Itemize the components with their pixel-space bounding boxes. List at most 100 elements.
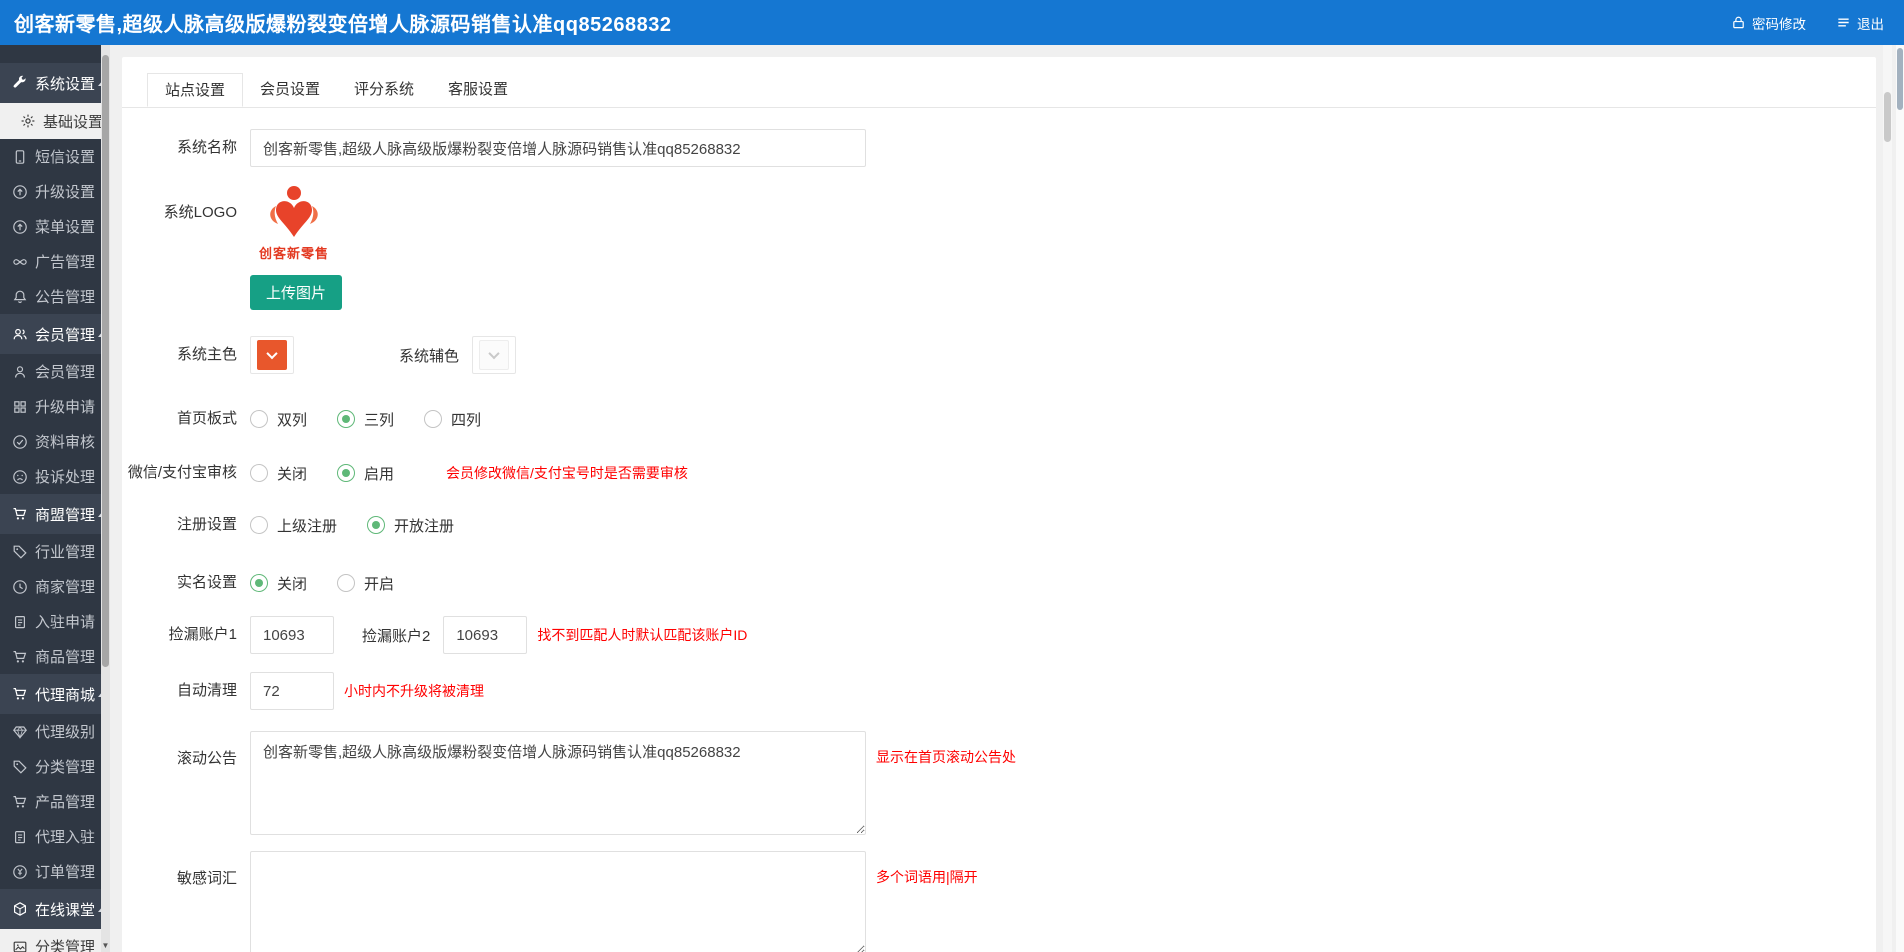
system-colors-row: 系统主色 系统辅色 — [122, 336, 1876, 374]
radio-checked-icon — [337, 410, 355, 428]
radio-realname-off[interactable]: 关闭 — [250, 573, 307, 594]
wechat-alipay-audit-label: 微信/支付宝审核 — [122, 461, 237, 485]
tab-site-settings[interactable]: 站点设置 — [147, 73, 243, 107]
fallback-account2-input[interactable] — [443, 616, 527, 654]
radio-layout-four-column[interactable]: 四列 — [424, 409, 481, 430]
up-circle-icon — [12, 219, 28, 235]
tab-customer-service-settings[interactable]: 客服设置 — [431, 73, 525, 107]
yuan-icon — [12, 864, 28, 880]
logout-button[interactable]: 退出 — [1836, 13, 1884, 33]
page-title: 创客新零售,超级人脉高级版爆粉裂变倍增人脉源码销售认准qq85268832 — [14, 8, 671, 37]
tools-icon — [12, 75, 28, 91]
radio-audit-off[interactable]: 关闭 — [250, 463, 307, 484]
radio-checked-icon — [337, 464, 355, 482]
radio-register-open[interactable]: 开放注册 — [367, 515, 454, 536]
brand-logo-text: 创客新零售 — [259, 243, 329, 262]
scrolling-announcement-row: 滚动公告 创客新零售,超级人脉高级版爆粉裂变倍增人脉源码销售认准qq852688… — [122, 731, 1876, 835]
cube-icon — [12, 901, 28, 917]
sidebar-section-online-classroom[interactable]: 在线课堂 — [0, 889, 110, 929]
phone-icon — [12, 149, 28, 165]
main-area: 站点设置 会员设置 评分系统 客服设置 系统名称 系统LOGO — [110, 45, 1904, 952]
cart-icon — [12, 794, 28, 810]
sensitive-words-label: 敏感词汇 — [122, 851, 237, 891]
sidebar-item-goods-management[interactable]: 商品管理 — [0, 639, 110, 674]
auto-clean-row: 自动清理 小时内不升级将被清理 — [122, 672, 1876, 710]
fallback-accounts-row: 捡漏账户1 捡漏账户2 找不到匹配人时默认匹配该账户ID — [122, 616, 1876, 654]
sidebar-item-product-management[interactable]: 产品管理 — [0, 784, 110, 819]
sensitive-words-textarea[interactable] — [250, 851, 866, 952]
sidebar-item-agent-entry[interactable]: 代理入驻 — [0, 819, 110, 854]
sidebar-item-menu-settings[interactable]: 菜单设置 — [0, 209, 110, 244]
system-logo-label: 系统LOGO — [122, 185, 237, 225]
diamond-icon — [12, 724, 28, 740]
auto-clean-note: 小时内不升级将被清理 — [344, 681, 484, 701]
logout-lines-icon — [1836, 15, 1851, 30]
sidebar-section-member-management[interactable]: 会员管理 — [0, 314, 110, 354]
sidebar-item-upgrade-settings[interactable]: 升级设置 — [0, 174, 110, 209]
sidebar-item-industry-management[interactable]: 行业管理 — [0, 534, 110, 569]
up-circle-icon — [12, 184, 28, 200]
settings-tabs: 站点设置 会员设置 评分系统 客服设置 — [122, 57, 1876, 108]
system-logo-image: 创客新零售 — [250, 185, 338, 262]
grid-icon — [12, 399, 28, 415]
sidebar-item-merchant-management[interactable]: 商家管理 — [0, 569, 110, 604]
cart-icon — [12, 506, 28, 522]
clipboard-icon — [12, 829, 28, 845]
page-scrollbar-thumb[interactable] — [1897, 48, 1903, 110]
cart-icon — [12, 686, 28, 702]
secondary-color-picker[interactable] — [472, 336, 516, 374]
scrolling-announcement-textarea[interactable]: 创客新零售,超级人脉高级版爆粉裂变倍增人脉源码销售认准qq85268832 — [250, 731, 866, 835]
radio-icon — [337, 574, 355, 592]
sidebar-item-classroom-category-management[interactable]: 分类管理 — [0, 929, 110, 952]
primary-color-label: 系统主色 — [122, 343, 237, 367]
sidebar-section-agent-mall[interactable]: 代理商城 — [0, 674, 110, 714]
sidebar-item-profile-review[interactable]: 资料审核 — [0, 424, 110, 459]
scrolling-announcement-note: 显示在首页滚动公告处 — [876, 747, 1016, 767]
sidebar-item-entry-application[interactable]: 入驻申请 — [0, 604, 110, 639]
page-scrollbar[interactable] — [1896, 45, 1904, 952]
sidebar-section-merchant-alliance[interactable]: 商盟管理 — [0, 494, 110, 534]
system-name-input[interactable] — [250, 129, 866, 167]
image-icon — [12, 939, 28, 952]
sidebar-item-ad-management[interactable]: 广告管理 — [0, 244, 110, 279]
sidebar-section-system-settings[interactable]: 系统设置 — [0, 63, 110, 103]
radio-register-superior[interactable]: 上级注册 — [250, 515, 337, 536]
sidebar-item-agent-level[interactable]: 代理级别 — [0, 714, 110, 749]
primary-color-picker[interactable] — [250, 336, 294, 374]
sidebar-scrollbar[interactable]: ▼ — [101, 45, 110, 952]
radio-realname-on[interactable]: 开启 — [337, 573, 394, 594]
sidebar-item-sms-settings[interactable]: 短信设置 — [0, 139, 110, 174]
infinity-icon — [12, 254, 28, 270]
sidebar-item-upgrade-application[interactable]: 升级申请 — [0, 389, 110, 424]
chevron-down-icon — [488, 348, 499, 359]
sidebar-item-order-management[interactable]: 订单管理 — [0, 854, 110, 889]
content-scrollbar-thumb[interactable] — [1884, 92, 1891, 142]
settings-card: 站点设置 会员设置 评分系统 客服设置 系统名称 系统LOGO — [122, 57, 1876, 952]
register-settings-row: 注册设置 上级注册 开放注册 — [122, 513, 1876, 537]
sensitive-words-note: 多个词语用|隔开 — [876, 867, 978, 887]
sidebar-item-member-management[interactable]: 会员管理 — [0, 354, 110, 389]
sidebar-scrollbar-thumb[interactable] — [102, 55, 109, 667]
radio-layout-three-column[interactable]: 三列 — [337, 409, 394, 430]
sidebar-item-announcement-management[interactable]: 公告管理 — [0, 279, 110, 314]
content-scrollbar[interactable] — [1883, 45, 1892, 952]
upload-image-button[interactable]: 上传图片 — [250, 275, 342, 310]
tab-rating-system[interactable]: 评分系统 — [337, 73, 431, 107]
radio-audit-on[interactable]: 启用 — [337, 463, 394, 484]
brand-logo-icon — [263, 185, 325, 241]
sidebar-item-complaint-handling[interactable]: 投诉处理 — [0, 459, 110, 494]
radio-icon — [250, 464, 268, 482]
sidebar-item-basic-settings[interactable]: 基础设置 — [0, 103, 110, 139]
change-password-button[interactable]: 密码修改 — [1731, 13, 1806, 33]
tag-icon — [12, 544, 28, 560]
tab-member-settings[interactable]: 会员设置 — [243, 73, 337, 107]
fallback-note: 找不到匹配人时默认匹配该账户ID — [537, 625, 747, 645]
radio-layout-two-column[interactable]: 双列 — [250, 409, 307, 430]
sidebar-item-category-management[interactable]: 分类管理 — [0, 749, 110, 784]
auto-clean-input[interactable] — [250, 672, 334, 710]
system-name-label: 系统名称 — [122, 136, 237, 160]
sidebar-scroll-down-arrow-icon[interactable]: ▼ — [101, 941, 110, 951]
fallback-account1-label: 捡漏账户1 — [122, 623, 237, 647]
fallback-account1-input[interactable] — [250, 616, 334, 654]
radio-icon — [250, 516, 268, 534]
